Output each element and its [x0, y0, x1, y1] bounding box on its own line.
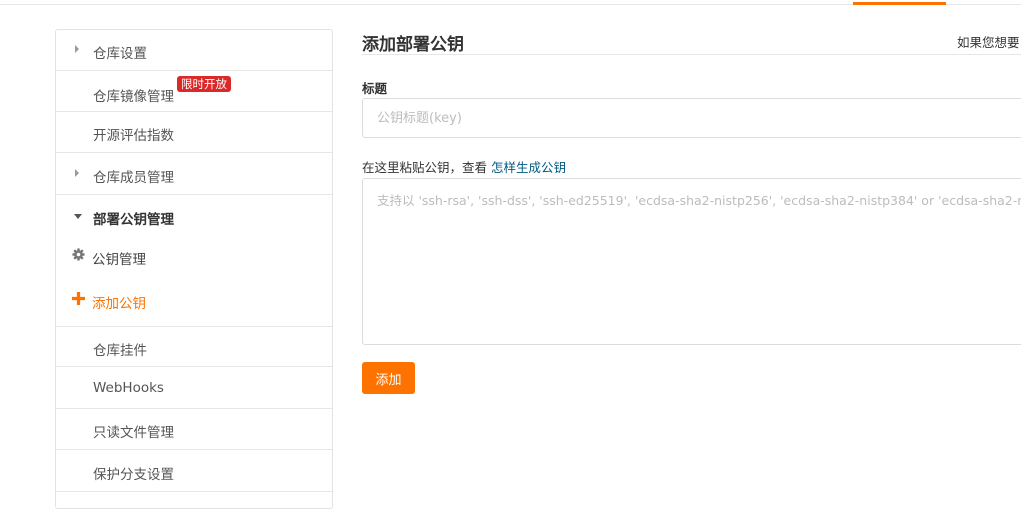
sidebar-item-webhooks[interactable]: WebHooks [56, 368, 332, 409]
sidebar-item-label: 仓库镜像管理 [93, 89, 174, 105]
title-divider [362, 54, 1021, 55]
sidebar-item-deploy-keys[interactable]: 部署公钥管理 [56, 196, 332, 237]
title-field-label: 标题 [362, 81, 388, 96]
sidebar-item-widgets[interactable]: 仓库挂件 [56, 326, 332, 367]
active-tab-indicator [853, 2, 946, 5]
sidebar-item-members[interactable]: 仓库成员管理 [56, 154, 332, 195]
sidebar-item-repo-settings[interactable]: 仓库设置 [56, 30, 332, 71]
plus-icon [72, 292, 85, 309]
sidebar-item-label: 开源评估指数 [93, 128, 174, 144]
chevron-down-icon [74, 214, 82, 219]
sidebar-subitem-add-key[interactable]: 添加公钥 [56, 281, 332, 321]
sidebar-subitem-label: 添加公钥 [92, 296, 146, 312]
settings-sidebar: 仓库设置 仓库镜像管理 限时开放 开源评估指数 仓库成员管理 部署公钥管理 公钥… [55, 29, 333, 509]
sidebar-subitem-key-management[interactable]: 公钥管理 [56, 237, 332, 277]
add-button[interactable]: 添加 [362, 362, 415, 394]
sidebar-item-evaluation[interactable]: 开源评估指数 [56, 112, 332, 153]
sidebar-item-label: 保护分支设置 [93, 467, 174, 483]
sidebar-item-protected-branches[interactable]: 保护分支设置 [56, 451, 332, 492]
key-field-label-text: 在这里粘贴公钥，查看 [362, 160, 488, 175]
sidebar-item-label: 部署公钥管理 [93, 212, 174, 228]
sidebar-item-label: 只读文件管理 [93, 425, 174, 441]
how-to-generate-key-link[interactable]: 怎样生成公钥 [491, 160, 566, 175]
sidebar-item-label: WebHooks [93, 380, 164, 396]
page-title: 添加部署公钥 [362, 35, 464, 55]
sidebar-item-label: 仓库挂件 [93, 343, 147, 359]
chevron-right-icon [75, 45, 79, 53]
public-key-textarea[interactable] [362, 178, 1021, 345]
sidebar-item-readonly-files[interactable]: 只读文件管理 [56, 409, 332, 450]
key-field-label: 在这里粘贴公钥，查看 怎样生成公钥 [362, 157, 566, 176]
sidebar-subitem-label: 公钥管理 [92, 252, 146, 268]
gear-icon [72, 248, 85, 265]
sidebar-item-label: 仓库成员管理 [93, 170, 174, 186]
sidebar-item-label: 仓库设置 [93, 46, 147, 62]
chevron-right-icon [75, 169, 79, 177]
limited-badge: 限时开放 [177, 76, 231, 92]
help-text: 如果您想要 [957, 35, 1020, 50]
key-title-input[interactable] [362, 98, 1021, 138]
